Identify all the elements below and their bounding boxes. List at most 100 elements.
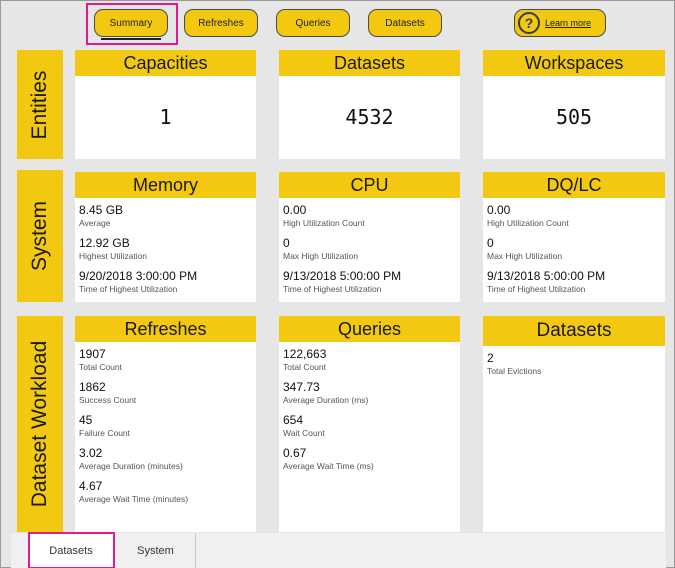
- stat-label: High Utilization Count: [283, 218, 365, 228]
- stat-value: 2: [487, 351, 494, 365]
- stat-value: 3.02: [79, 446, 103, 460]
- stat-label: Average Duration (minutes): [79, 461, 183, 471]
- workspaces-card-title: Workspaces: [483, 50, 665, 76]
- refreshes-card-title: Refreshes: [75, 316, 256, 342]
- datasets-workload-stats: 2 Total Evictions: [483, 346, 665, 389]
- stat-label: Success Count: [79, 395, 137, 405]
- stat-value: 0: [283, 236, 290, 250]
- stat-value: 9/20/2018 3:00:00 PM: [79, 269, 198, 283]
- stat-value: 122,663: [283, 347, 327, 361]
- stat-label: Max High Utilization: [283, 251, 359, 261]
- datasets-button-label: Datasets: [385, 17, 425, 29]
- datasets-entity-value: 4532: [345, 105, 394, 129]
- stat-value: 9/13/2018 5:00:00 PM: [487, 269, 606, 283]
- stat-label: Average Duration (ms): [283, 395, 369, 405]
- queries-stat: 0.67 Average Wait Time (ms): [283, 446, 456, 472]
- stat-label: Wait Count: [283, 428, 325, 438]
- dqlc-card: DQ/LC 0.00 High Utilization Count 0 Max …: [483, 172, 665, 302]
- refreshes-stat: 1907 Total Count: [79, 347, 252, 373]
- active-nav-underline: [101, 38, 161, 40]
- cpu-stat: 0 Max High Utilization: [283, 236, 456, 262]
- refreshes-stat: 1862 Success Count: [79, 380, 252, 406]
- stat-value: 9/13/2018 5:00:00 PM: [283, 269, 402, 283]
- cpu-card-title: CPU: [279, 172, 460, 198]
- system-section-text: System: [28, 200, 51, 272]
- memory-card: Memory 8.45 GB Average 12.92 GB Highest …: [75, 172, 256, 302]
- learn-more-label: Learn more: [545, 18, 592, 28]
- stat-label: Total Count: [79, 362, 122, 372]
- stat-value: 1862: [79, 380, 106, 394]
- system-section-label: System: [17, 170, 63, 302]
- cpu-stats: 0.00 High Utilization Count 0 Max High U…: [279, 198, 460, 307]
- datasets-workload-card-title: Datasets: [483, 316, 665, 346]
- stat-label: Total Evictions: [487, 366, 542, 376]
- stat-value: 0: [487, 236, 494, 250]
- stat-label: Time of Highest Utilization: [487, 284, 586, 294]
- queries-stat: 122,663 Total Count: [283, 347, 456, 373]
- refreshes-card: Refreshes 1907 Total Count 1862 Success …: [75, 316, 256, 532]
- dqlc-stat: 0.00 High Utilization Count: [487, 203, 661, 229]
- datasets-workload-card: Datasets 2 Total Evictions: [483, 316, 665, 532]
- queries-stat: 347.73 Average Duration (ms): [283, 380, 456, 406]
- refreshes-stat: 45 Failure Count: [79, 413, 252, 439]
- refreshes-button-label: Refreshes: [198, 17, 244, 29]
- report-canvas: Summary Refreshes Queries Datasets ? Lea…: [0, 0, 675, 568]
- stat-value: 0.67: [283, 446, 307, 460]
- stat-value: 1907: [79, 347, 106, 361]
- capacities-value: 1: [159, 105, 172, 129]
- entities-section-text: Entities: [28, 70, 51, 139]
- learn-more-button[interactable]: ? Learn more: [514, 9, 606, 37]
- cpu-stat: 0.00 High Utilization Count: [283, 203, 456, 229]
- stat-value: 347.73: [283, 380, 320, 394]
- dqlc-stats: 0.00 High Utilization Count 0 Max High U…: [483, 198, 665, 307]
- dqlc-stat: 9/13/2018 5:00:00 PM Time of Highest Uti…: [487, 269, 661, 295]
- dqlc-stat: 0 Max High Utilization: [487, 236, 661, 262]
- memory-stat: 12.92 GB Highest Utilization: [79, 236, 252, 262]
- queries-button[interactable]: Queries: [276, 9, 350, 37]
- stat-value: 4.67: [79, 479, 103, 493]
- stat-value: 654: [283, 413, 304, 427]
- datasets-entity-card: Datasets 4532: [279, 50, 460, 159]
- refreshes-stat: 4.67 Average Wait Time (minutes): [79, 479, 252, 505]
- queries-card: Queries 122,663 Total Count 347.73 Avera…: [279, 316, 460, 532]
- workspaces-card: Workspaces 505: [483, 50, 665, 159]
- dqlc-card-title: DQ/LC: [483, 172, 665, 198]
- stat-label: Average: [79, 218, 111, 228]
- queries-card-title: Queries: [279, 316, 460, 342]
- workspaces-value: 505: [555, 105, 593, 129]
- stat-label: Max High Utilization: [487, 251, 563, 261]
- workload-section-text: Dataset Workload: [28, 340, 51, 508]
- stat-value: 8.45 GB: [79, 203, 124, 217]
- refreshes-stat: 3.02 Average Duration (minutes): [79, 446, 252, 472]
- capacities-card: Capacities 1: [75, 50, 256, 159]
- stat-label: Time of Highest Utilization: [283, 284, 382, 294]
- stat-value: 0.00: [487, 203, 511, 217]
- cpu-card: CPU 0.00 High Utilization Count 0 Max Hi…: [279, 172, 460, 302]
- datasets-entity-card-title: Datasets: [279, 50, 460, 76]
- tab-system[interactable]: System: [116, 533, 196, 568]
- stat-label: Highest Utilization: [79, 251, 148, 261]
- datasets-tab-highlight-box: [28, 532, 115, 568]
- workload-section-label: Dataset Workload: [17, 316, 63, 532]
- question-icon: ?: [518, 12, 540, 34]
- queries-stats: 122,663 Total Count 347.73 Average Durat…: [279, 342, 460, 484]
- memory-stat: 8.45 GB Average: [79, 203, 252, 229]
- stat-label: Average Wait Time (minutes): [79, 494, 189, 504]
- queries-button-label: Queries: [295, 17, 331, 29]
- datasets-button[interactable]: Datasets: [368, 9, 442, 37]
- memory-stats: 8.45 GB Average 12.92 GB Highest Utiliza…: [75, 198, 256, 307]
- stat-label: Failure Count: [79, 428, 131, 438]
- stat-label: High Utilization Count: [487, 218, 569, 228]
- memory-stat: 9/20/2018 3:00:00 PM Time of Highest Uti…: [79, 269, 252, 295]
- capacities-card-title: Capacities: [75, 50, 256, 76]
- stat-label: Average Wait Time (ms): [283, 461, 374, 471]
- cpu-stat: 9/13/2018 5:00:00 PM Time of Highest Uti…: [283, 269, 456, 295]
- queries-stat: 654 Wait Count: [283, 413, 456, 439]
- memory-card-title: Memory: [75, 172, 256, 198]
- stat-value: 45: [79, 413, 93, 427]
- stat-label: Total Count: [283, 362, 326, 372]
- stat-label: Time of Highest Utilization: [79, 284, 178, 294]
- refreshes-button[interactable]: Refreshes: [184, 9, 258, 37]
- entities-section-label: Entities: [17, 50, 63, 159]
- datasets-workload-stat: 2 Total Evictions: [487, 351, 661, 377]
